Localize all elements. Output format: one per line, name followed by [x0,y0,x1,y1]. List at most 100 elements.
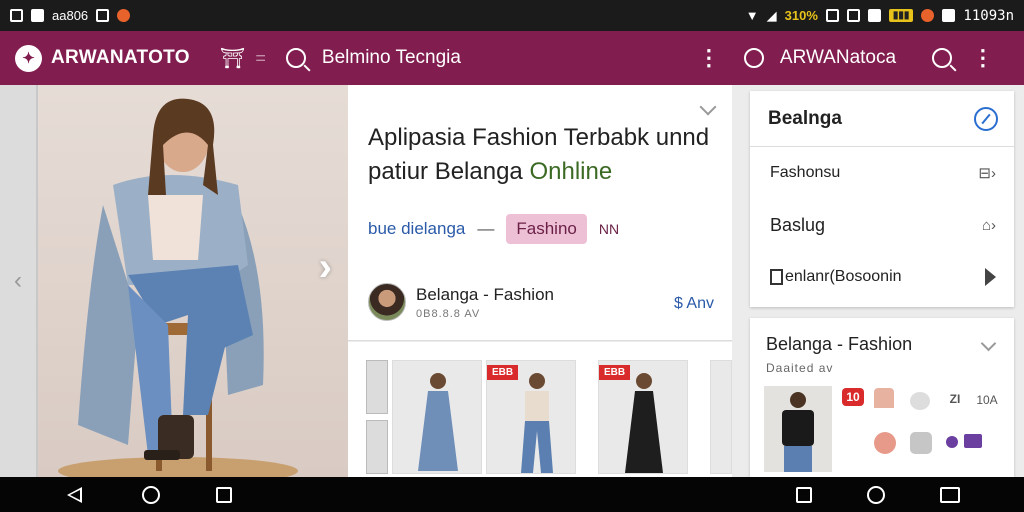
grid-icon[interactable] [964,434,982,448]
right-app-title: ARWANatoca [779,47,897,68]
right-more-options-icon[interactable]: ⋮ [968,45,998,71]
edit-icon[interactable]: ZI [944,390,966,408]
back-icon[interactable] [66,487,82,503]
more-options-icon[interactable]: ⋮ [694,45,724,71]
image-icon [96,9,110,22]
shop-card-photo[interactable] [764,386,832,472]
hero-image[interactable]: › [38,85,348,477]
alarm-icon [921,9,935,22]
product-image [418,373,458,471]
sale-badge: EBB [599,365,631,380]
right-app-bar: ARWANatoca ⋮ [743,45,998,71]
tag-dash: — [477,219,495,238]
recents-icon[interactable] [216,487,232,503]
right-recents-icon[interactable] [796,487,812,503]
photo-icon [942,9,956,22]
brand[interactable]: ✦ ARWANATOTO [15,44,210,72]
circle-icon[interactable] [743,48,764,68]
status-left-text: aa806 [52,8,89,23]
settings-icon [846,9,860,22]
product-detail-card: Aplipasia Fashion Terbabk unnd patiur Be… [348,85,732,341]
shop-card-title: Belanga - Fashion [766,334,913,354]
dot-icon[interactable] [946,436,958,448]
seller-info[interactable]: Belanga - Fashion 0B8.8.8 AV [368,283,554,321]
search-icon[interactable] [285,48,306,68]
product-strip: EBB EBB [348,342,732,477]
right-search-icon[interactable] [931,48,952,68]
battery-percent: 310% [784,8,818,23]
headline: Aplipasia Fashion Terbabk unnd patiur Be… [368,121,718,189]
headline-line-2: patiur Belanga Onhline [368,155,718,189]
row-label: Fashonsu [770,164,841,181]
shop-icon[interactable]: ⛩ [220,46,245,71]
status-bar: aa806 ▼ ◢ 310% ▮▮▮ 11093n [0,0,1024,31]
shop-card-subtitle: Daaited av [766,361,834,375]
chair-icon[interactable] [874,388,894,408]
thumbnail-column [366,360,388,480]
app-logo-icon: ✦ [15,44,42,72]
status-left: aa806 [10,8,131,23]
home-icon[interactable] [142,486,160,504]
panel-title: Bealnga [768,107,842,129]
man-illustration [782,392,814,472]
product-card[interactable] [710,360,732,474]
avatar-icon[interactable] [874,432,896,454]
panel-row-fashion[interactable]: Fashonsu ⊟› [750,147,1014,199]
round-icon[interactable] [910,392,930,410]
seller-text: Belanga - Fashion 0B8.8.8 AV [416,285,554,320]
search-field[interactable]: Belmino Tecngia [322,47,694,69]
tag-row: bue dielanga — Fashino NN [368,214,619,244]
product-card[interactable]: EBB [486,360,576,474]
right-multiwindow-icon[interactable] [940,487,960,503]
android-icon [31,9,44,22]
checkbox-icon[interactable] [770,268,783,285]
sale-badge: EBB [487,365,519,380]
tag-extra: NN [598,221,620,237]
wifi-icon: ▼ [745,8,759,23]
category-chip[interactable]: Fashino [506,214,587,244]
battery-icon: ▮▮▮ [888,9,914,22]
thumbnail[interactable] [366,420,388,474]
thumbnail[interactable] [366,360,388,414]
chevron-right-icon[interactable]: › [319,245,332,290]
category-link[interactable]: bue dielanga [368,219,465,239]
seller-subtitle: 0B8.8.8 AV [416,307,481,320]
headline-highlight: Onhline [529,158,613,185]
avatar [368,283,406,321]
compass-icon[interactable] [974,106,998,131]
signal-icon: ◢ [766,7,777,23]
row-label: enlanr(Bosoonin [785,268,902,285]
chevron-down-icon[interactable] [980,335,997,352]
clock: 11093n [963,7,1014,24]
row-label-wrap: enlanr(Bosoonin [770,268,902,286]
product-card[interactable]: EBB [598,360,688,474]
headline-line-1: Aplipasia Fashion Terbabk unnd [368,124,710,151]
play-icon[interactable] [985,268,996,286]
panel-header: Bealnga [750,91,1014,147]
panel-row-other[interactable]: enlanr(Bosoonin [750,251,1014,303]
chevron-down-icon[interactable] [699,98,717,116]
status-right: ▼ ◢ 310% ▮▮▮ 11093n [746,8,1014,24]
card-icon: ⊟› [978,165,996,182]
label-10a: 10A [976,393,998,407]
app-notification-icon [117,9,131,22]
app-bar: ✦ ARWANATOTO ⛩ = Belmino Tecngia ⋮ ARWAN… [0,31,1024,85]
brand-name: ARWANATOTO [51,47,190,68]
main-content: ‹ › Aplipasia Fashion Terbabk unnd patiu… [0,85,1024,477]
store-icon: ⌂› [981,216,996,234]
count-badge: 10 [842,388,864,406]
row-label: Baslug [770,214,826,235]
seller-action-link[interactable]: $ Anv [674,295,714,313]
nfc-icon [825,9,839,22]
shop-card: Belanga - Fashion Daaited av 10 ZI 10A [750,318,1014,477]
product-card[interactable] [392,360,482,474]
separator: = [255,47,266,68]
panel-row-baslug[interactable]: Baslug ⌂› [750,199,1014,251]
previous-page-strip[interactable]: ‹ [0,85,38,477]
model-illustration [58,98,298,477]
chevron-left-icon[interactable]: ‹ [14,267,22,295]
box-icon[interactable] [910,432,932,454]
system-nav-bar [0,477,1024,512]
right-home-icon[interactable] [867,486,885,504]
seller-name: Belanga - Fashion [416,284,554,304]
